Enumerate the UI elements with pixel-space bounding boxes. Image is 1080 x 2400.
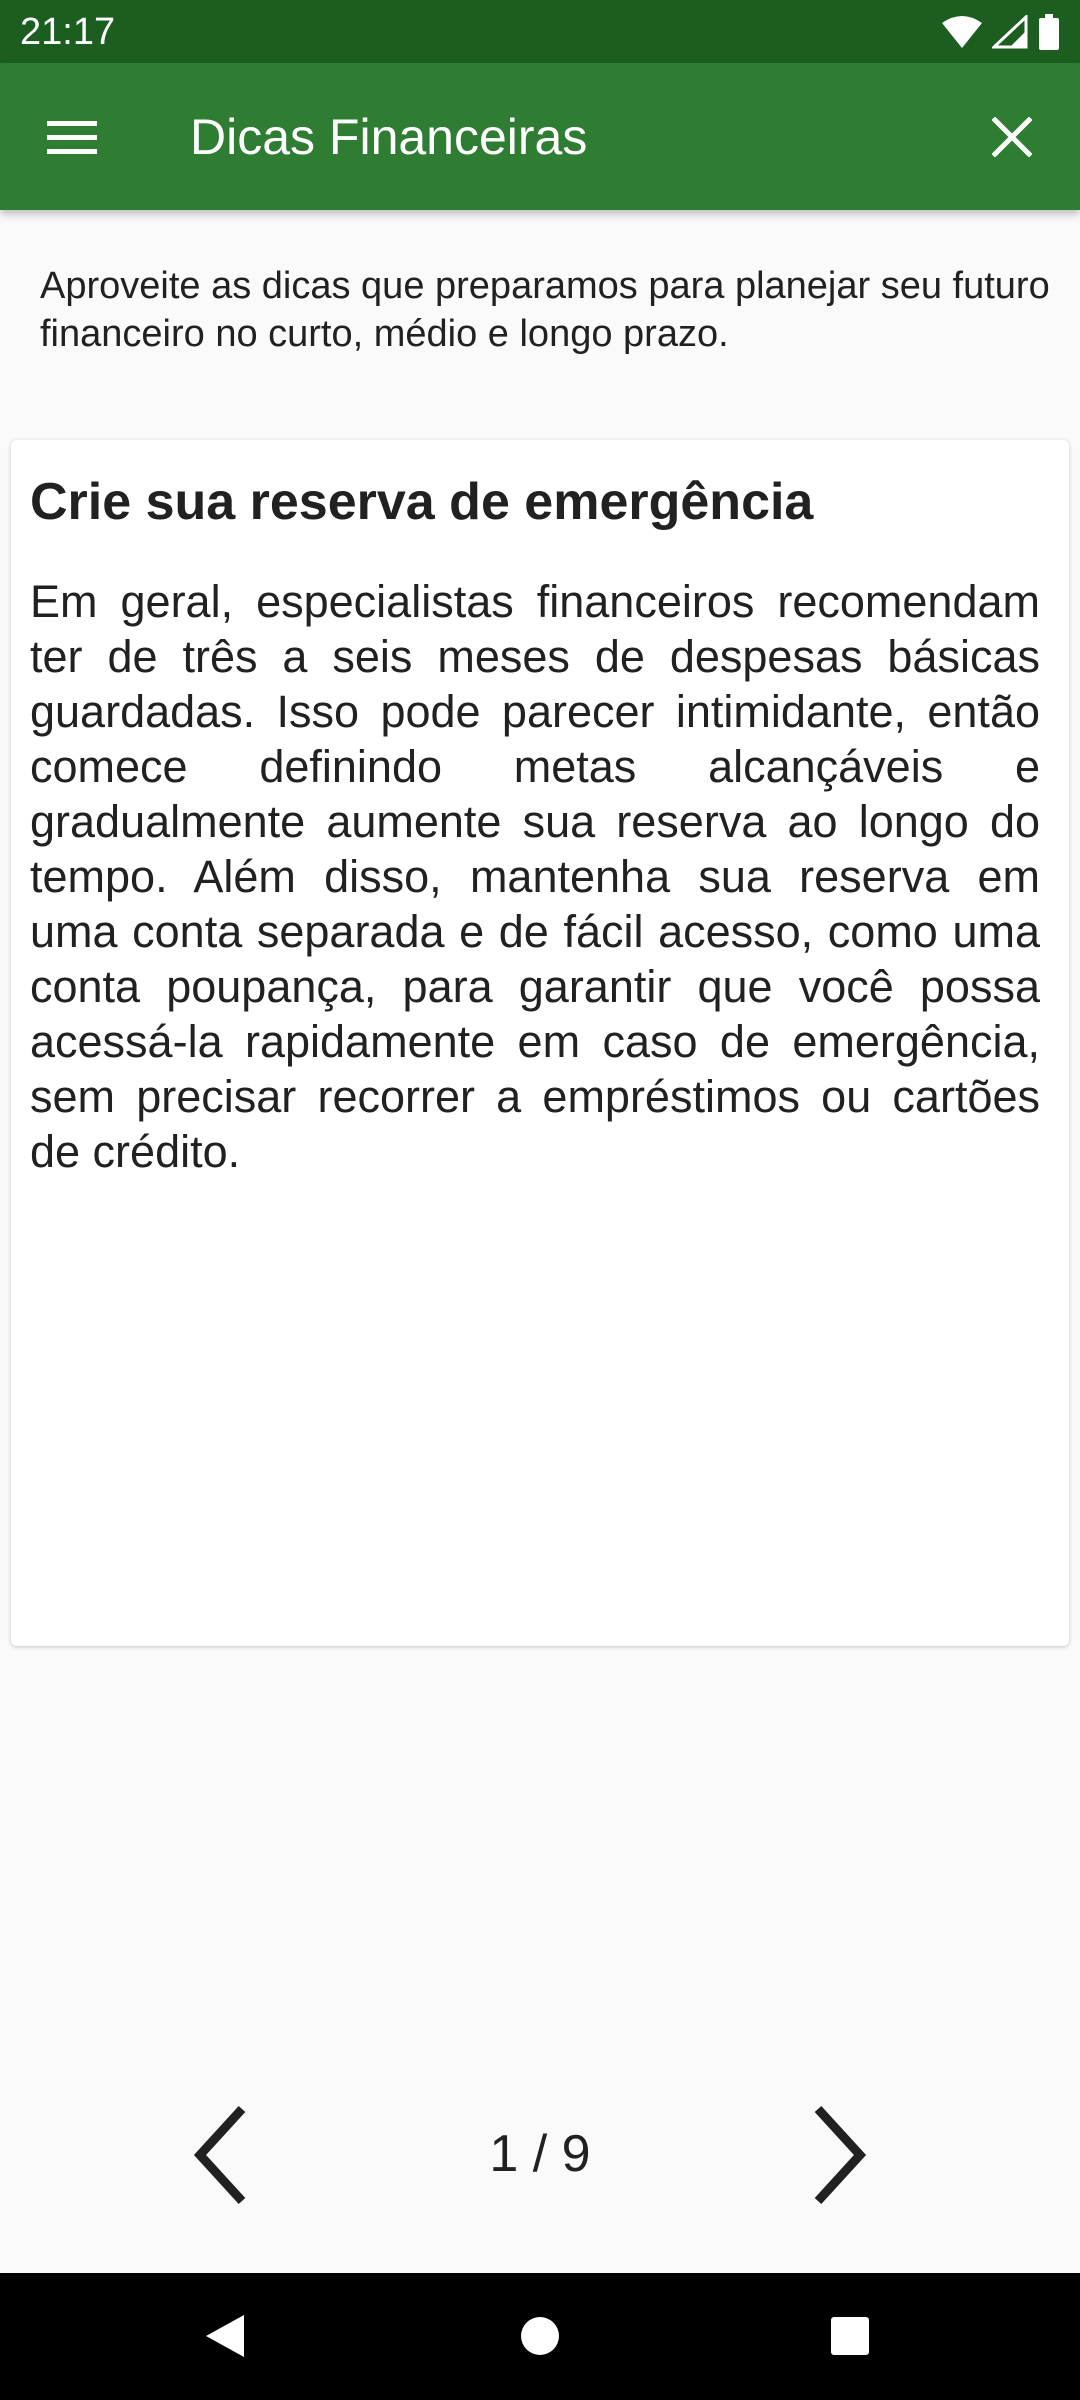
previous-tip-button[interactable]	[160, 2090, 280, 2220]
next-tip-button[interactable]	[780, 2090, 900, 2220]
close-button[interactable]	[972, 97, 1052, 177]
pager: 1 / 9	[0, 2090, 1080, 2230]
tip-title: Crie sua reserva de emergência	[30, 473, 814, 531]
status-bar: 21:17	[0, 0, 1080, 63]
status-icons	[942, 12, 1060, 52]
home-icon	[521, 2317, 559, 2355]
recents-icon	[831, 2317, 869, 2355]
status-time: 21:17	[20, 11, 116, 53]
app-title: Dicas Financeiras	[190, 109, 588, 165]
back-icon	[206, 2315, 244, 2357]
battery-icon	[1039, 14, 1059, 50]
signal-icon	[992, 15, 1028, 49]
page-indicator: 1 / 9	[489, 2125, 591, 2183]
nav-home-button[interactable]	[490, 2296, 590, 2376]
menu-icon	[47, 121, 97, 154]
chevron-right-icon	[814, 2105, 867, 2205]
tip-card: Crie sua reserva de emergência Em geral,…	[11, 440, 1069, 1646]
app-bar: Dicas Financeiras	[0, 63, 1080, 210]
intro-text: Aproveite as dicas que preparamos para p…	[40, 265, 1050, 355]
close-icon	[992, 117, 1032, 157]
nav-recents-button[interactable]	[800, 2296, 900, 2376]
chevron-left-icon	[193, 2105, 246, 2205]
nav-back-button[interactable]	[175, 2296, 275, 2376]
wifi-icon	[942, 16, 982, 48]
system-navigation-bar	[0, 2273, 1080, 2400]
menu-button[interactable]	[24, 99, 120, 175]
tip-body: Em geral, especialistas financeiros reco…	[30, 576, 1040, 1177]
